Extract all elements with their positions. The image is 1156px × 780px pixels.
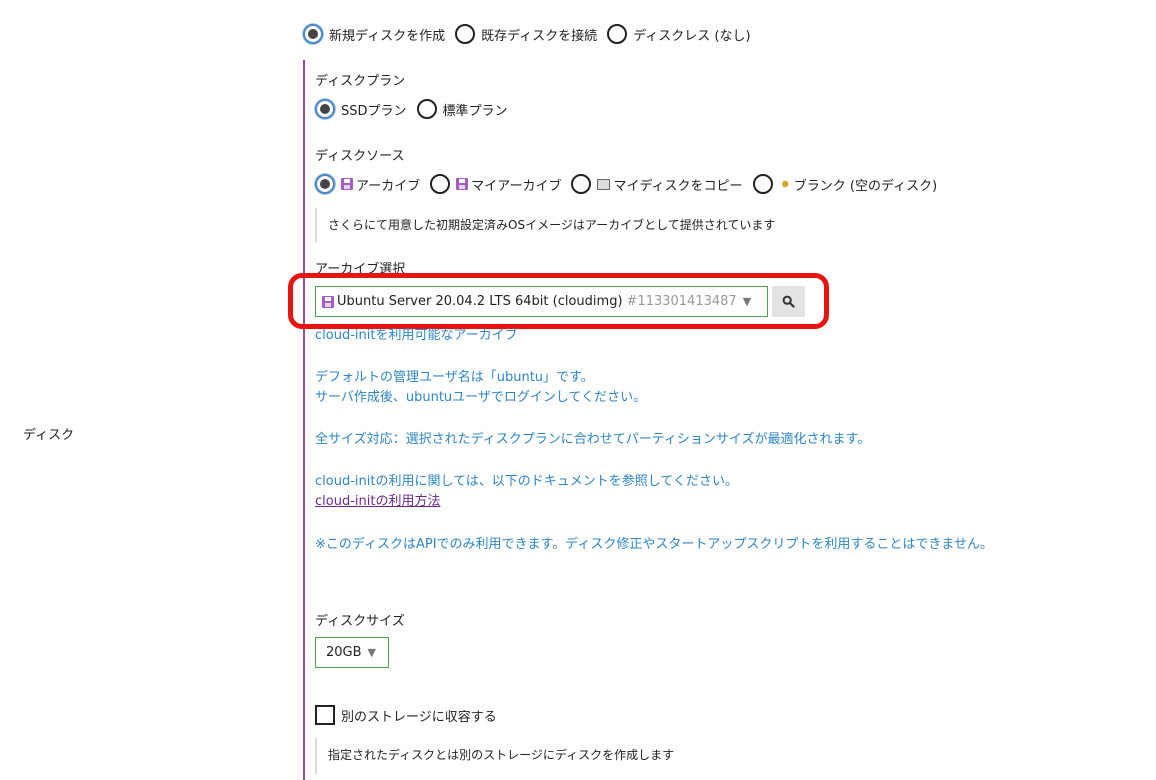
search-icon	[782, 295, 795, 308]
radio-label: 新規ディスクを作成	[329, 28, 446, 44]
radio-indicator[interactable]	[430, 174, 451, 194]
disk-row-label: ディスク	[23, 428, 75, 443]
archive-search-button[interactable]	[772, 286, 805, 317]
radio-label: ブランク (空のディスク)	[793, 178, 938, 194]
disk-mode-radio-group: 新規ディスクを作成 既存ディスクを接続 ディスクレス (なし)	[303, 24, 761, 44]
disk-plan-radio-group: SSDプラン 標準プラン	[315, 99, 518, 119]
radio-label: 既存ディスクを接続	[481, 28, 598, 44]
separate-storage-checkbox[interactable]	[315, 705, 335, 725]
radio-source-my-archive[interactable]: マイアーカイブ	[430, 174, 561, 194]
disk-source-radio-group: アーカイブ マイアーカイブ マイディスクをコピー ✸ ブランク (空のディスク)	[315, 174, 947, 194]
floppy-disk-icon	[341, 178, 353, 190]
disk-plan-title: ディスクプラン	[315, 74, 406, 89]
radio-label: ディスクレス (なし)	[633, 28, 751, 44]
archive-info-documentation: cloud-initの利用に関しては、以下のドキュメントを参照してください。	[315, 474, 739, 489]
radio-label: マイディスクをコピー	[613, 178, 743, 194]
archive-selected-name: Ubuntu Server 20.04.2 LTS 64bit (cloudim…	[337, 294, 623, 309]
separate-storage-checkbox-row[interactable]: 別のストレージに収容する	[315, 705, 497, 725]
radio-attach-existing-disk[interactable]: 既存ディスクを接続	[455, 24, 597, 44]
radio-source-blank[interactable]: ✸ ブランク (空のディスク)	[752, 174, 938, 194]
radio-label: SSDプラン	[341, 103, 407, 119]
radio-indicator[interactable]	[571, 174, 592, 194]
disk-size-select[interactable]: 20GB ▼	[315, 637, 389, 668]
floppy-disk-icon	[322, 295, 334, 308]
sparkle-icon: ✸	[780, 177, 790, 191]
radio-source-copy-my-disk[interactable]: マイディスクをコピー	[571, 174, 743, 194]
archive-selected-id: #113301413487	[626, 294, 737, 309]
cloud-init-usage-link[interactable]: cloud-initの利用方法	[315, 492, 440, 512]
archive-info-login: サーバ作成後、ubuntuユーザでログインしてください。	[315, 390, 647, 405]
archive-info-cloud-init: cloud-initを利用可能なアーカイブ	[315, 328, 518, 343]
radio-diskless[interactable]: ディスクレス (なし)	[607, 24, 751, 44]
archive-info-all-sizes: 全サイズ対応：選択されたディスクプランに合わせてパーティションサイズが最適化され…	[315, 432, 871, 447]
radio-source-archive[interactable]: アーカイブ	[315, 174, 420, 194]
radio-indicator[interactable]	[315, 99, 335, 119]
disk-source-note: さくらにて用意した初期設定済みOSイメージはアーカイブとして提供されています	[315, 208, 1055, 242]
disk-size-value: 20GB	[326, 645, 362, 660]
radio-indicator[interactable]	[607, 24, 628, 44]
separate-storage-note: 指定されたディスクとは別のストレージにディスクを作成します	[315, 738, 1055, 774]
radio-indicator[interactable]	[416, 99, 437, 119]
radio-label: 標準プラン	[442, 103, 508, 119]
archive-select[interactable]: Ubuntu Server 20.04.2 LTS 64bit (cloudim…	[315, 286, 768, 317]
chevron-down-icon: ▼	[367, 646, 377, 659]
radio-indicator[interactable]	[315, 174, 335, 194]
floppy-disk-icon	[456, 178, 469, 190]
archive-info-default-user: デフォルトの管理ユーザ名は「ubuntu」です。	[315, 370, 594, 385]
section-accent-bar	[303, 60, 305, 780]
radio-new-disk[interactable]: 新規ディスクを作成	[303, 24, 445, 44]
archive-info-api-only: ※このディスクはAPIでのみ利用できます。ディスク修正やスタートアップスクリプト…	[315, 537, 993, 552]
radio-indicator[interactable]	[455, 24, 476, 44]
chevron-down-icon: ▼	[742, 295, 752, 308]
disk-source-title: ディスクソース	[315, 149, 405, 164]
archive-select-title: アーカイブ選択	[315, 262, 406, 277]
radio-label: マイアーカイブ	[471, 178, 562, 194]
radio-ssd-plan[interactable]: SSDプラン	[315, 99, 407, 119]
disk-size-title: ディスクサイズ	[315, 614, 405, 629]
radio-indicator[interactable]	[303, 24, 323, 44]
disk-drive-icon	[597, 178, 611, 190]
radio-standard-plan[interactable]: 標準プラン	[416, 99, 508, 119]
separate-storage-label: 別のストレージに収容する	[341, 709, 497, 725]
radio-label: アーカイブ	[356, 178, 421, 194]
radio-indicator[interactable]	[752, 174, 773, 194]
